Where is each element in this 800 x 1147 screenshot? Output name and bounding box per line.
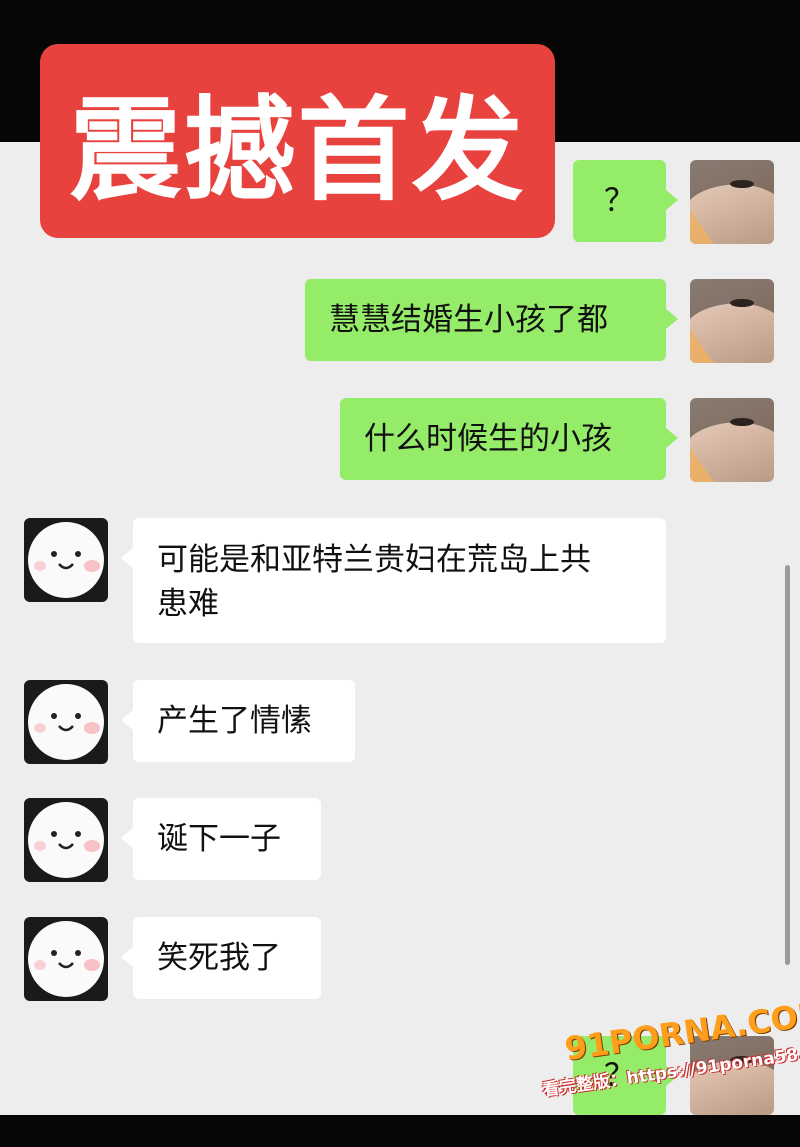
cute-face-icon: [28, 921, 104, 997]
my-avatar[interactable]: [690, 279, 774, 363]
face-photo-icon: [690, 398, 774, 482]
received-message-bubble[interactable]: 笑死我了: [121, 917, 321, 999]
cute-face-icon: [28, 684, 104, 760]
message-text: 诞下一子: [157, 821, 281, 857]
headline-banner: 震撼首发: [40, 44, 555, 238]
sent-message-bubble[interactable]: 慧慧结婚生小孩了都: [305, 279, 678, 361]
received-message-bubble[interactable]: 诞下一子: [121, 798, 321, 880]
scrollbar[interactable]: [785, 565, 790, 965]
cute-face-icon: [28, 522, 104, 598]
received-message-bubble[interactable]: 产生了情愫: [121, 680, 355, 762]
received-message-bubble[interactable]: 可能是和亚特兰贵妇在荒岛上共 患难: [121, 518, 666, 643]
message-line: 可能是和亚特兰贵妇在荒岛上共: [157, 542, 591, 578]
friend-avatar[interactable]: [24, 798, 108, 882]
banner-text: 震撼首发: [69, 86, 526, 216]
cute-face-icon: [28, 802, 104, 878]
message-text: 什么时候生的小孩: [364, 421, 612, 457]
friend-avatar[interactable]: [24, 680, 108, 764]
message-line: 患难: [157, 586, 219, 622]
friend-avatar[interactable]: [24, 518, 108, 602]
sent-message-bubble[interactable]: 什么时候生的小孩: [340, 398, 678, 480]
message-text: 产生了情愫: [157, 703, 312, 739]
sent-message-bubble[interactable]: ？: [573, 160, 678, 242]
face-photo-icon: [690, 279, 774, 363]
bottom-black-bar: [0, 1115, 800, 1147]
message-text: 笑死我了: [157, 940, 281, 976]
message-text: 慧慧结婚生小孩了都: [329, 302, 608, 338]
face-photo-icon: [690, 160, 774, 244]
my-avatar[interactable]: [690, 398, 774, 482]
my-avatar[interactable]: [690, 160, 774, 244]
message-text: ？: [604, 183, 635, 219]
friend-avatar[interactable]: [24, 917, 108, 1001]
